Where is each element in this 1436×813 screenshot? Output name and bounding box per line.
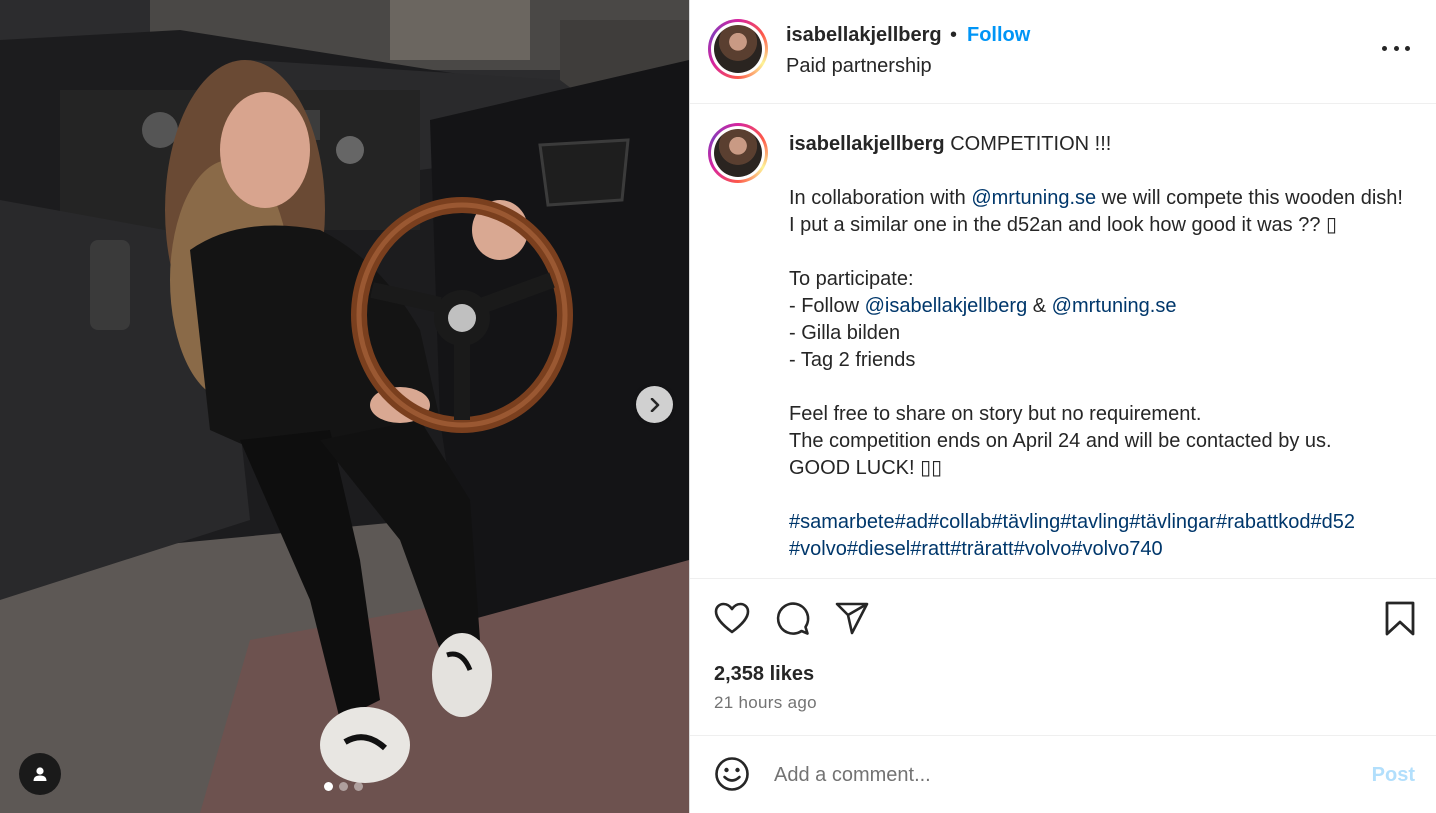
caption-line: COMPETITION !!! [944,133,1112,155]
caption-author-avatar[interactable] [708,123,768,183]
more-options-button[interactable] [1382,36,1410,60]
comment-input[interactable] [774,758,1334,792]
post-header: isabellakjellberg • Follow Paid partners… [690,0,1436,104]
action-bar: 2,358 likes 21 hours ago [690,578,1436,735]
caption-line: - Follow [789,295,865,317]
chevron-right-icon [650,397,659,412]
header-separator: • [950,24,958,46]
more-horizontal-icon [1382,45,1387,51]
send-icon[interactable] [834,601,870,637]
hashtag-links[interactable]: #samarbete#ad#collab#tävling#tavling#täv… [789,511,1355,533]
author-avatar[interactable] [708,19,768,79]
heart-icon[interactable] [714,601,750,637]
mention-link[interactable]: @mrtuning.se [971,187,1096,209]
bookmark-icon[interactable] [1382,601,1418,637]
caption-line: To participate: [789,268,914,290]
post-comment-button[interactable]: Post [1372,764,1415,787]
caption-line: - Tag 2 friends [789,349,916,371]
caption-line: & [1027,295,1052,317]
caption-text: isabellakjellberg COMPETITION !!! In col… [789,131,1409,563]
author-username[interactable]: isabellakjellberg [786,24,942,47]
comment-bar: Post [690,735,1436,813]
post-details-panel: isabellakjellberg • Follow Paid partners… [689,0,1436,813]
caption-line: The competition ends on April 24 and wil… [789,430,1332,452]
avatar-image [714,25,762,73]
caption-line: In collaboration with [789,187,972,209]
mention-link[interactable]: @mrtuning.se [1052,295,1177,317]
carousel-dot [324,782,333,791]
user-tag-icon [33,767,47,781]
post-timestamp[interactable]: 21 hours ago [714,693,817,713]
tagged-users-button[interactable] [19,753,61,795]
mention-link[interactable]: @isabellakjellberg [865,295,1028,317]
caption-username[interactable]: isabellakjellberg [789,133,945,155]
avatar-image [714,129,762,177]
likes-count[interactable]: 2,358 likes [714,663,814,686]
paid-partnership-label[interactable]: Paid partnership [786,55,932,78]
hashtag-links[interactable]: #volvo#diesel#ratt#träratt#volvo#volvo74… [789,538,1163,560]
post-media[interactable] [0,0,689,813]
follow-button[interactable]: Follow [967,24,1030,47]
caption-line: GOOD LUCK! ▯▯ [789,457,943,479]
caption-section: isabellakjellberg COMPETITION !!! In col… [690,105,1436,578]
carousel-dot [339,782,348,791]
caption-line: Feel free to share on story but no requi… [789,403,1202,425]
post-photo [0,0,689,813]
caption-line: - Gilla bilden [789,322,901,344]
next-image-button[interactable] [636,386,673,423]
carousel-dot [354,782,363,791]
comment-icon[interactable] [774,601,810,637]
emoji-icon[interactable] [714,756,750,792]
carousel-indicator [324,782,363,791]
